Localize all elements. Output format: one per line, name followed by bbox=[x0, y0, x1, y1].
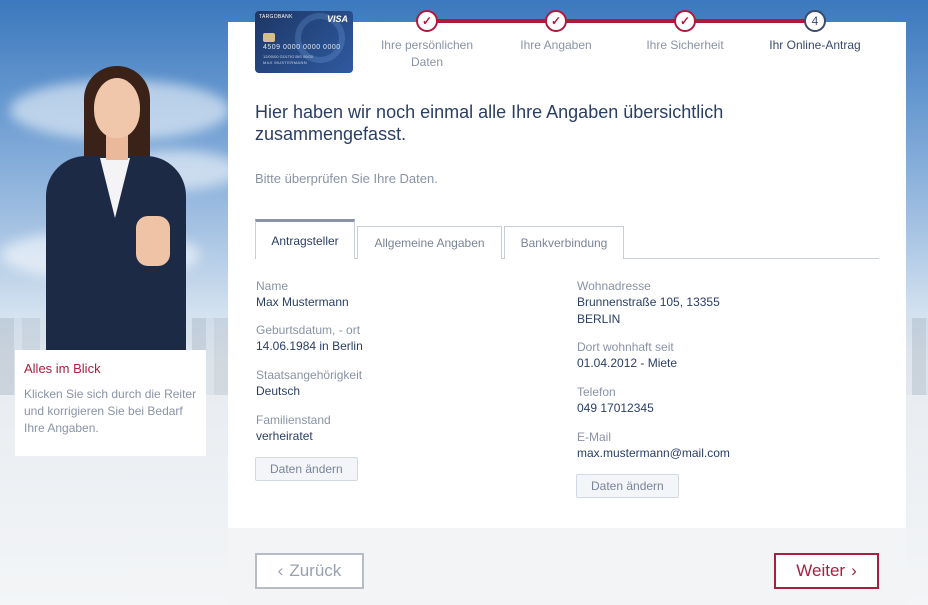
progress-line bbox=[427, 19, 815, 23]
thumbs-up-icon bbox=[136, 216, 170, 266]
nationality-label: Staatsangehörigkeit bbox=[256, 368, 363, 382]
phone-value: 049 17012345 bbox=[577, 401, 654, 415]
info-box-text: Klicken Sie sich durch die Reiter und ko… bbox=[24, 387, 197, 435]
tab-antragsteller[interactable]: Antragsteller bbox=[255, 219, 355, 259]
chip-icon bbox=[263, 33, 275, 42]
phone-label: Telefon bbox=[577, 385, 616, 399]
address-city-value: BERLIN bbox=[577, 312, 621, 326]
edit-personal-data-button[interactable]: Daten ändern bbox=[255, 457, 358, 481]
step-2-check-icon: ✓ bbox=[545, 10, 567, 32]
birth-value: 14.06.1984 in Berlin bbox=[256, 339, 363, 353]
next-button[interactable]: Weiter › bbox=[774, 553, 879, 589]
page-heading: Hier haben wir noch einmal alle Ihre Ang… bbox=[255, 102, 724, 144]
card-number: 4509 0000 0000 0000 bbox=[263, 44, 341, 51]
email-value: max.mustermann@mail.com bbox=[577, 446, 730, 460]
step-1-check-icon: ✓ bbox=[416, 10, 438, 32]
back-button-label: Zurück bbox=[289, 561, 342, 580]
nationality-value: Deutsch bbox=[256, 384, 301, 398]
step-3-check-icon: ✓ bbox=[674, 10, 696, 32]
card-brand: TARGOBANK bbox=[259, 14, 293, 20]
email-label: E-Mail bbox=[577, 430, 612, 444]
tab-allgemeine-angaben[interactable]: Allgemeine Angaben bbox=[357, 226, 502, 259]
edit-contact-data-button[interactable]: Daten ändern bbox=[576, 474, 679, 498]
person-image bbox=[40, 66, 190, 356]
resident-since-value: 01.04.2012 - Miete bbox=[577, 356, 678, 370]
card-validity: 12/00/00 GÜLTIG BIS 00/00 bbox=[263, 54, 313, 59]
marital-status-value: verheiratet bbox=[256, 429, 313, 443]
name-value: Max Mustermann bbox=[256, 295, 349, 309]
page-subheading: Bitte überprüfen Sie Ihre Daten. bbox=[255, 171, 438, 186]
next-button-label: Weiter bbox=[796, 561, 846, 580]
step-4-label: Ihr Online-Antrag bbox=[769, 38, 861, 52]
step-4-number: 4 bbox=[804, 10, 826, 32]
visa-logo: VISA bbox=[326, 14, 348, 24]
info-box: Alles im Blick Klicken Sie sich durch di… bbox=[15, 350, 206, 456]
step-1-label: Ihre persönlichen Daten bbox=[380, 38, 474, 69]
birth-label: Geburtsdatum, - ort bbox=[256, 323, 361, 337]
tab-bankverbindung[interactable]: Bankverbindung bbox=[504, 226, 624, 259]
name-label: Name bbox=[256, 279, 289, 293]
marital-status-label: Familienstand bbox=[256, 413, 331, 427]
resident-since-label: Dort wohnhaft seit bbox=[577, 340, 674, 354]
info-box-title: Alles im Blick bbox=[24, 361, 101, 376]
card-holder: MAX MUSTERMANN bbox=[263, 60, 308, 65]
step-2-label: Ihre Angaben bbox=[520, 38, 592, 52]
address-value: Brunnenstraße 105, 13355 bbox=[577, 295, 720, 309]
step-3-label: Ihre Sicherheit bbox=[646, 38, 724, 52]
back-button[interactable]: ‹ Zurück bbox=[255, 553, 364, 589]
chevron-left-icon: ‹ bbox=[277, 561, 284, 580]
chevron-right-icon: › bbox=[851, 561, 857, 580]
credit-card-image: TARGOBANK VISA 4509 0000 0000 0000 12/00… bbox=[255, 11, 353, 73]
address-label: Wohnadresse bbox=[577, 279, 651, 293]
